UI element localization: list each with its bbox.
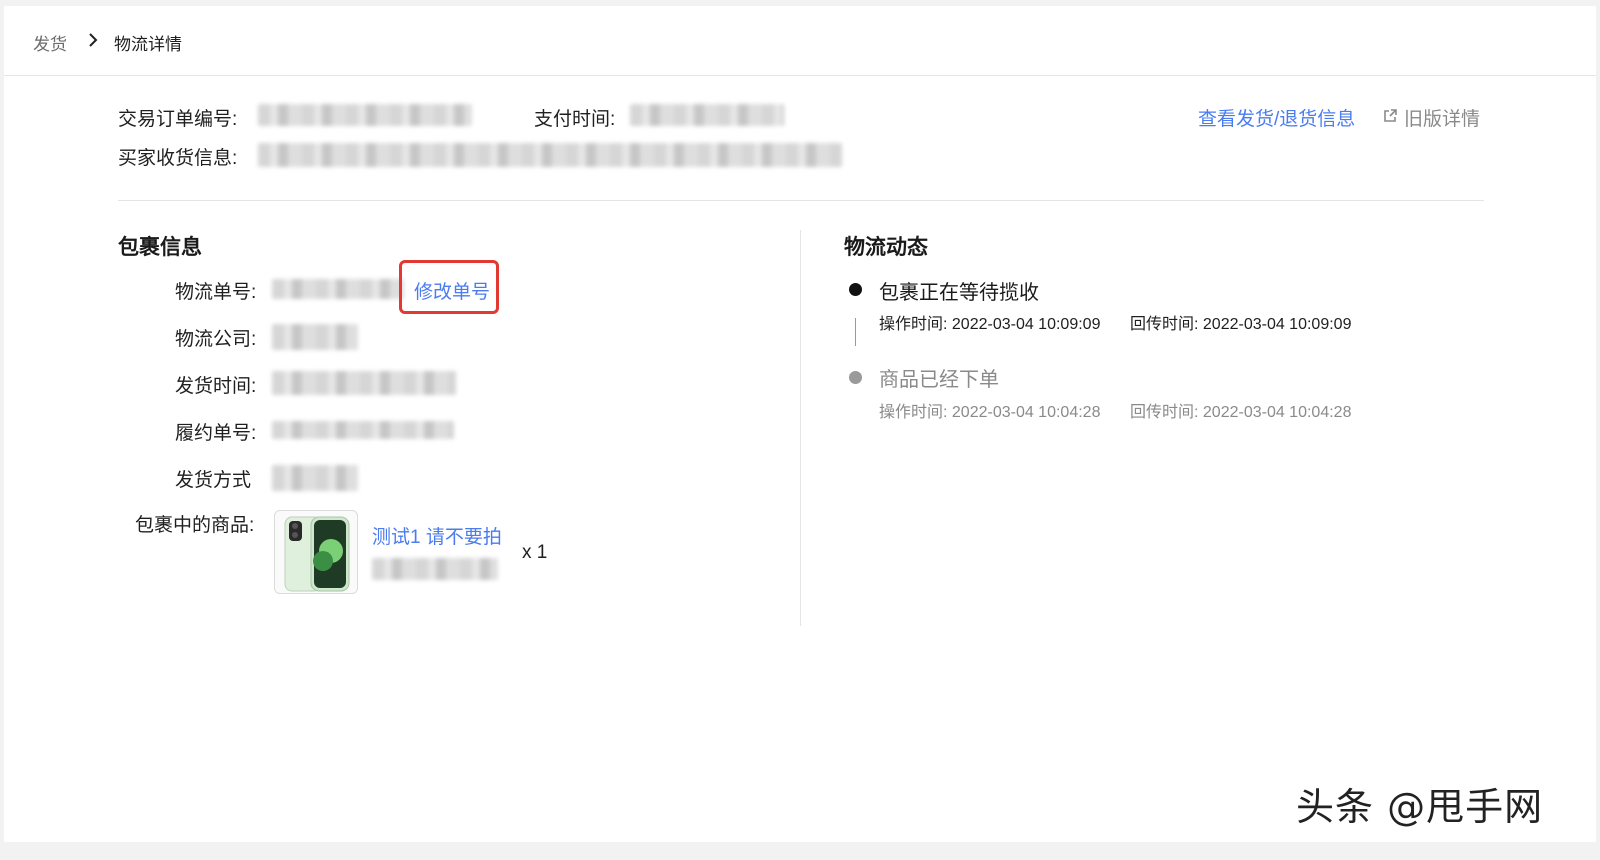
phone-image-icon [284,516,350,592]
pay-time-value-redacted [630,104,784,126]
ship-method-label: 发货方式 [175,470,252,491]
external-link-icon [1384,109,1397,122]
view-shipping-link[interactable]: 查看发货/退货信息 [1198,104,1355,131]
package-items-label: 包裹中的商品: [135,515,255,536]
product-quantity: x 1 [522,542,548,563]
order-no-value-redacted [258,104,472,126]
ship-time-value-redacted [272,371,456,395]
event-op-time: 操作时间: 2022-03-04 10:04:28 [879,404,1101,421]
product-sku-redacted [372,558,498,580]
event-title: 包裹正在等待揽收 [879,282,1039,304]
header-divider [118,200,1484,201]
column-divider [800,230,801,626]
page-frame: 发货 物流详情 交易订单编号: 支付时间: 查看发货/退货信息 旧版详情 买家收… [4,6,1596,842]
tracking-no-value-redacted [272,279,404,299]
event-op-time: 操作时间: 2022-03-04 10:09:09 [879,316,1101,333]
carrier-label: 物流公司: [175,329,257,350]
timeline-dot-active [849,283,862,296]
pay-time-label: 支付时间: [534,109,616,130]
breadcrumb-root[interactable]: 发货 [33,30,67,55]
watermark: 头条 @甩手网 [1296,785,1544,829]
event-title: 商品已经下单 [879,369,999,391]
fulfill-no-value-redacted [272,421,454,439]
breadcrumb-current: 物流详情 [114,35,182,54]
fulfill-no-label: 履约单号: [175,423,257,444]
carrier-value-redacted [272,324,358,350]
old-details-link[interactable]: 旧版详情 [1404,104,1480,131]
event-return-time: 回传时间: 2022-03-04 10:04:28 [1130,404,1352,421]
product-thumbnail[interactable] [274,510,358,594]
buyer-info-label: 买家收货信息: [118,148,238,169]
ship-time-label: 发货时间: [175,376,257,397]
buyer-info-value-redacted [258,143,842,167]
product-name-link[interactable]: 测试1 请不要拍 [372,522,502,549]
ship-method-value-redacted [272,465,358,491]
package-info-title: 包裹信息 [118,236,202,259]
logistics-title: 物流动态 [844,236,928,259]
chevron-right-icon [89,33,98,47]
edit-tracking-link[interactable]: 修改单号 [414,277,490,304]
order-no-label: 交易订单编号: [118,109,238,130]
event-return-time: 回传时间: 2022-03-04 10:09:09 [1130,316,1352,333]
timeline-dot-inactive [849,371,862,384]
breadcrumb: 发货 物流详情 [4,6,1596,76]
timeline-connector [855,318,856,346]
tracking-no-label: 物流单号: [175,282,257,303]
